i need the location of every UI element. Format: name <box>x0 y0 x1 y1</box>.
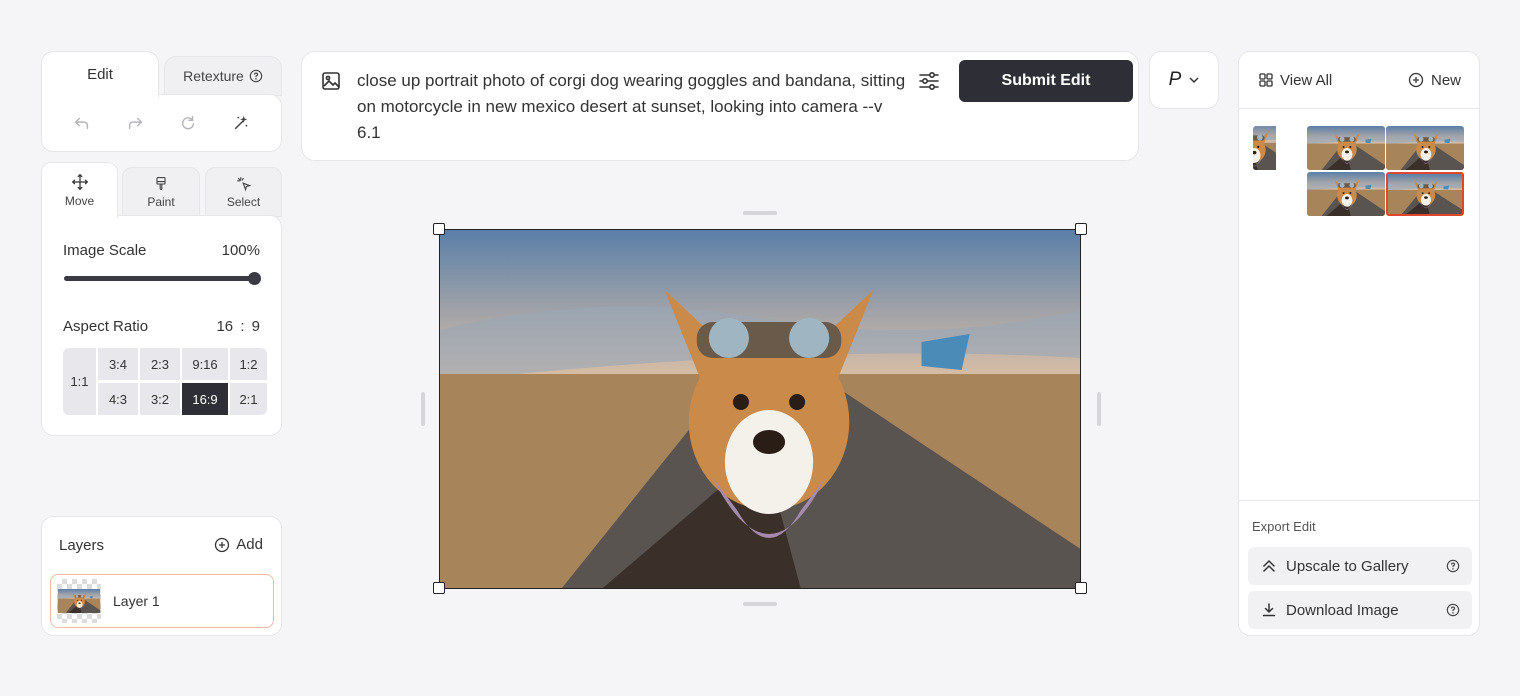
move-icon <box>71 173 89 191</box>
image-scale-slider[interactable] <box>64 276 256 281</box>
plus-circle-icon <box>1408 72 1424 88</box>
export-title: Export Edit <box>1252 519 1316 534</box>
chevrons-up-icon <box>1262 559 1276 573</box>
view-all-label: View All <box>1280 71 1333 89</box>
help-icon[interactable] <box>1446 559 1460 573</box>
image-scale-slider-handle[interactable] <box>248 272 261 285</box>
layer-thumbnail <box>57 579 101 623</box>
aspect-ratio-height: 9 <box>251 318 260 335</box>
magic-icon[interactable] <box>230 112 252 134</box>
tab-retexture-label: Retexture <box>183 68 244 84</box>
aspect-ratio-width: 16 <box>216 318 234 335</box>
gallery-thumbnail[interactable] <box>1307 126 1385 170</box>
sliders-icon[interactable] <box>918 71 940 91</box>
gallery-thumbnail[interactable] <box>1307 172 1385 216</box>
export-section: Export Edit Upscale to Gallery Download … <box>1239 500 1479 637</box>
help-icon[interactable] <box>249 69 263 83</box>
aspect-ratio-colon: : <box>240 318 245 335</box>
new-label: New <box>1430 71 1461 89</box>
ratio-4-3[interactable]: 4:3 <box>98 383 138 415</box>
ratio-3-2[interactable]: 3:2 <box>140 383 180 415</box>
ratio-2-1[interactable]: 2:1 <box>230 383 267 415</box>
mode-move[interactable]: Move <box>41 162 118 218</box>
settings-panel: Image Scale 100% Aspect Ratio 16 : 9 1:1… <box>41 215 282 436</box>
aspect-ratio-value: 16 : 9 <box>216 318 260 335</box>
image-icon[interactable] <box>321 71 341 91</box>
top-resize-grip[interactable] <box>743 211 777 215</box>
layer-name: Layer 1 <box>113 593 160 609</box>
add-layer-button[interactable]: Add <box>214 536 263 553</box>
layers-title: Layers <box>59 537 105 554</box>
upscale-label: Upscale to Gallery <box>1286 557 1409 575</box>
personalize-label: P <box>1168 69 1182 90</box>
tools-panel <box>41 94 282 152</box>
resize-handle-top-right[interactable] <box>1075 223 1087 235</box>
download-icon <box>1262 603 1276 617</box>
gallery-thumbnail-selected[interactable] <box>1386 172 1464 216</box>
image-scale-label: Image Scale <box>63 242 147 259</box>
resize-handle-top-left[interactable] <box>433 223 445 235</box>
mode-select-label: Select <box>226 194 261 209</box>
tab-retexture[interactable]: Retexture <box>164 56 282 96</box>
ratio-9-16[interactable]: 9:16 <box>182 348 228 380</box>
resize-handle-bottom-right[interactable] <box>1075 582 1087 594</box>
ratio-3-4[interactable]: 3:4 <box>98 348 138 380</box>
download-image-button[interactable]: Download Image <box>1248 591 1472 629</box>
aspect-ratio-label: Aspect Ratio <box>63 318 149 335</box>
grid-icon <box>1259 73 1273 87</box>
resize-handle-bottom-left[interactable] <box>433 582 445 594</box>
layers-panel: Layers Add Layer 1 <box>41 516 282 636</box>
mode-move-label: Move <box>64 194 95 208</box>
refresh-icon[interactable] <box>177 112 199 134</box>
gallery-panel: View All New Export Edit Upscale to Gall… <box>1238 51 1480 636</box>
undo-icon[interactable] <box>71 112 93 134</box>
upscale-to-gallery-button[interactable]: Upscale to Gallery <box>1248 547 1472 585</box>
ratio-2-3[interactable]: 2:3 <box>140 348 180 380</box>
mode-paint[interactable]: Paint <box>122 167 200 217</box>
image-scale-value: 100% <box>221 242 260 259</box>
redo-icon[interactable] <box>124 112 146 134</box>
gallery-header: View All New <box>1239 52 1479 109</box>
aspect-ratio-grid: 1:1 3:4 2:3 9:16 1:2 4:3 3:2 16:9 2:1 <box>63 348 267 415</box>
canvas-image[interactable] <box>439 229 1081 589</box>
gallery-thumbnail-source[interactable] <box>1253 126 1299 170</box>
download-label: Download Image <box>1286 601 1399 619</box>
add-layer-label: Add <box>236 536 263 553</box>
ratio-1-2[interactable]: 1:2 <box>230 348 267 380</box>
left-resize-grip[interactable] <box>421 392 425 426</box>
layer-item[interactable]: Layer 1 <box>50 574 274 628</box>
chevron-down-icon <box>1189 76 1199 84</box>
tab-edit-label: Edit <box>87 66 113 83</box>
right-resize-grip[interactable] <box>1097 392 1101 426</box>
mode-select[interactable]: Select <box>205 167 282 217</box>
gallery-thumbnail[interactable] <box>1386 126 1464 170</box>
bottom-resize-grip[interactable] <box>743 602 777 606</box>
mode-paint-label: Paint <box>147 194 175 209</box>
help-icon[interactable] <box>1446 603 1460 617</box>
brush-icon <box>153 176 169 192</box>
ratio-16-9[interactable]: 16:9 <box>182 383 228 415</box>
view-all-button[interactable]: View All <box>1259 72 1332 89</box>
ratio-1-1[interactable]: 1:1 <box>63 348 96 415</box>
submit-edit-button[interactable]: Submit Edit <box>959 60 1133 102</box>
plus-circle-icon <box>214 537 230 553</box>
personalize-dropdown[interactable]: P <box>1149 51 1219 109</box>
prompt-input[interactable]: close up portrait photo of corgi dog wea… <box>357 68 907 146</box>
new-button[interactable]: New <box>1408 72 1461 89</box>
prompt-bar: close up portrait photo of corgi dog wea… <box>301 51 1139 161</box>
select-icon <box>236 176 252 192</box>
tab-edit[interactable]: Edit <box>41 51 159 97</box>
